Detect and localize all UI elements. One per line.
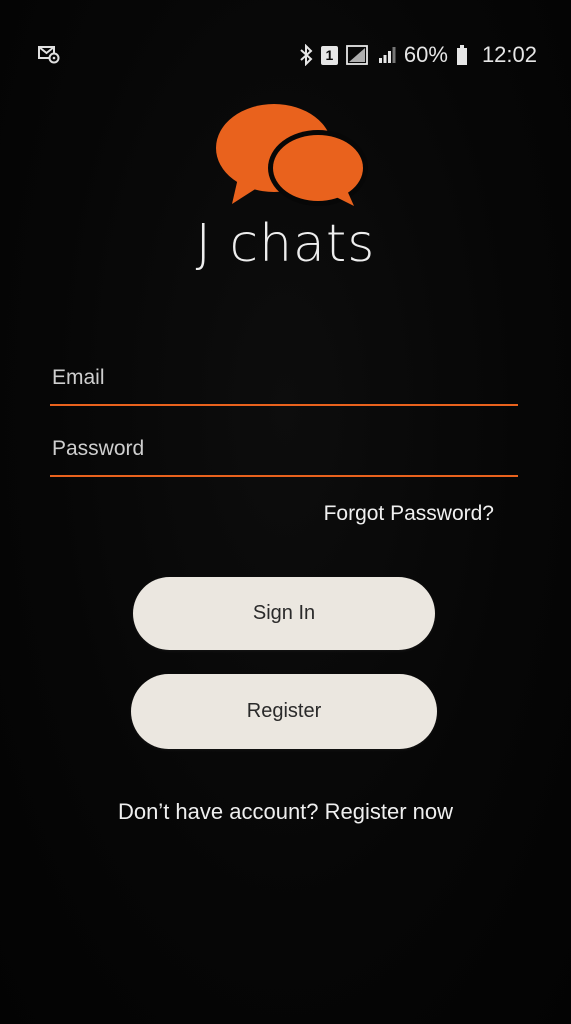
mail-settings-icon [38, 44, 60, 64]
signal-bars-icon [378, 46, 396, 64]
email-field [50, 352, 518, 406]
email-input[interactable] [50, 352, 518, 404]
status-icons: 1 60% 12:02 [299, 38, 537, 72]
signal-icon [345, 45, 370, 65]
password-field [50, 423, 518, 477]
login-screen: 1 60% 12:02 J chats Email Forgot Passwor… [0, 0, 571, 1024]
status-bar: 1 60% 12:02 [0, 30, 571, 80]
app-title: J chats [195, 214, 376, 274]
bluetooth-icon [299, 44, 313, 66]
password-input[interactable] [50, 423, 518, 475]
battery-percent: 60% [403, 42, 448, 67]
clock: 12:02 [481, 42, 537, 67]
forgot-password-link[interactable]: Forgot Password? [324, 502, 494, 526]
sign-in-button[interactable]: Sign In [133, 577, 435, 650]
sim-badge: 1 [320, 45, 338, 65]
register-button[interactable]: Register [131, 674, 437, 749]
register-now-link[interactable]: Don’t have account? Register now [0, 799, 571, 825]
chat-bubbles-icon [214, 100, 368, 212]
battery-icon [456, 44, 468, 66]
